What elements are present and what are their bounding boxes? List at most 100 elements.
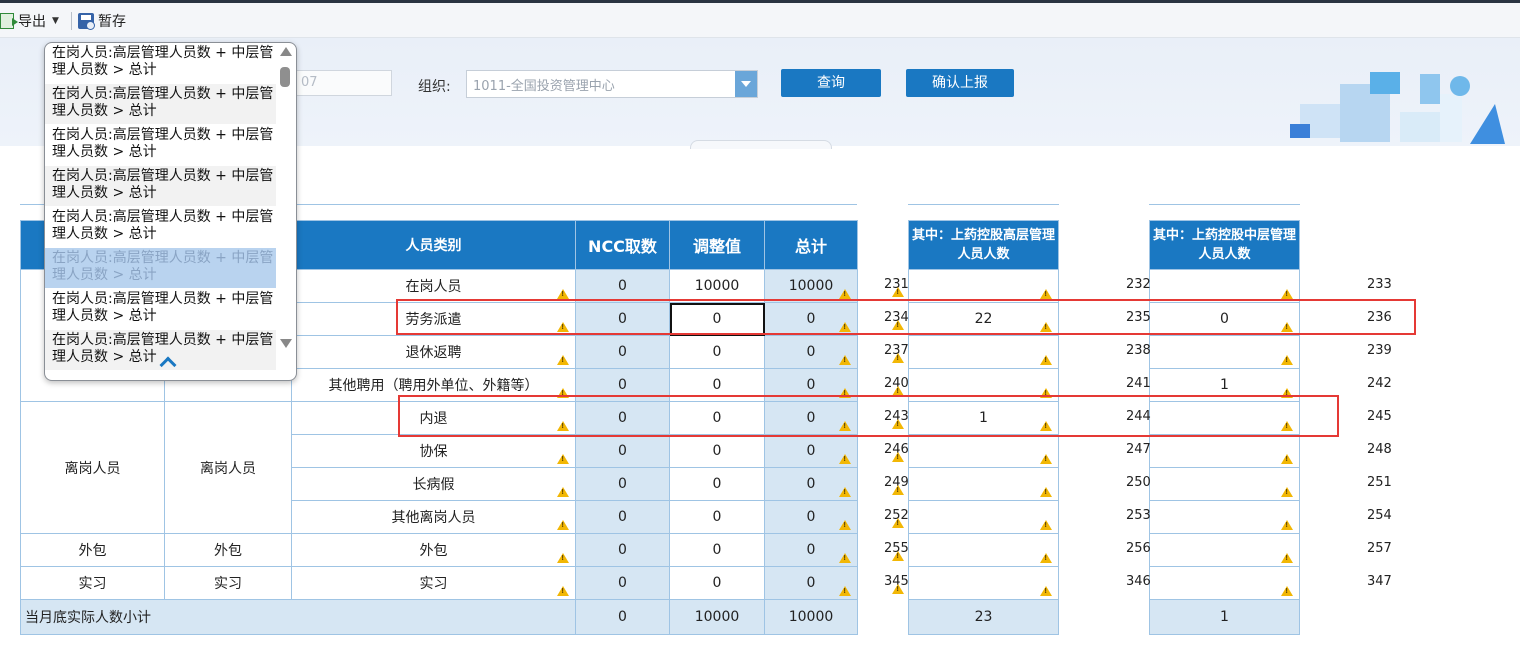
warning-icon[interactable] xyxy=(557,355,569,365)
row-label: 长病假 xyxy=(412,477,455,493)
warning-icon[interactable] xyxy=(1281,487,1293,497)
adjust-input[interactable]: 10000 xyxy=(669,269,765,303)
warning-icon[interactable] xyxy=(892,584,904,594)
subtotal-ncc: 0 xyxy=(575,599,670,635)
cell-id-label: 248 xyxy=(1367,442,1392,457)
ncc-cell: 0 xyxy=(575,434,670,468)
warning-icon[interactable] xyxy=(839,487,851,497)
total-value: 10000 xyxy=(788,278,834,294)
warning-icon[interactable] xyxy=(1040,487,1052,497)
senior-input[interactable] xyxy=(908,434,1059,468)
validation-message[interactable]: 在岗人员:高层管理人员数 + 中层管理人员数 > 总计 xyxy=(45,125,276,165)
warning-icon[interactable] xyxy=(839,553,851,563)
row-label: 其他聘用（聘用外单位、外籍等） xyxy=(328,378,539,394)
scroll-up-icon[interactable] xyxy=(280,47,292,56)
adjust-input[interactable]: 0 xyxy=(669,500,765,534)
warning-icon[interactable] xyxy=(1040,355,1052,365)
validation-message[interactable]: 在岗人员:高层管理人员数 + 中层管理人员数 > 总计 xyxy=(45,289,276,329)
save-draft-button[interactable]: 暂存 xyxy=(78,11,126,31)
highlight-box-dispatch xyxy=(396,299,1416,335)
warning-icon[interactable] xyxy=(1281,454,1293,464)
middle-input[interactable] xyxy=(1149,566,1300,600)
dropdown-arrow-icon[interactable] xyxy=(735,71,757,97)
total-value: 0 xyxy=(806,509,816,525)
cell-id-label: 245 xyxy=(1367,409,1392,424)
org-label: 组织: xyxy=(418,79,451,95)
validation-message[interactable]: 在岗人员:高层管理人员数 + 中层管理人员数 > 总计 xyxy=(45,43,276,83)
warning-icon[interactable] xyxy=(1281,289,1293,299)
warning-icon[interactable] xyxy=(1040,289,1052,299)
warning-icon[interactable] xyxy=(892,485,904,495)
adjust-input[interactable]: 0 xyxy=(669,566,765,600)
middle-input[interactable] xyxy=(1149,269,1300,303)
warning-icon[interactable] xyxy=(557,454,569,464)
warning-icon[interactable] xyxy=(557,520,569,530)
warning-icon[interactable] xyxy=(1281,586,1293,596)
table-top-line xyxy=(1149,204,1300,205)
middle-input[interactable] xyxy=(1149,533,1300,567)
popup-scrollbar[interactable] xyxy=(278,45,293,351)
cell-id-label: 256 xyxy=(1126,541,1151,556)
confirm-report-button[interactable]: 确认上报 xyxy=(906,69,1014,97)
warning-icon[interactable] xyxy=(839,454,851,464)
warning-icon[interactable] xyxy=(892,518,904,528)
validation-message[interactable]: 在岗人员:高层管理人员数 + 中层管理人员数 > 总计 xyxy=(45,248,276,288)
middle-input[interactable] xyxy=(1149,500,1300,534)
senior-input[interactable] xyxy=(908,533,1059,567)
middle-input[interactable] xyxy=(1149,434,1300,468)
date-field[interactable]: 07 xyxy=(294,70,392,96)
query-button[interactable]: 查询 xyxy=(781,69,881,97)
row-label: 在岗人员 xyxy=(405,279,462,295)
header-category: 人员类别 xyxy=(291,220,576,270)
warning-icon[interactable] xyxy=(839,520,851,530)
total-cell: 0 xyxy=(764,500,858,534)
ncc-cell: 0 xyxy=(575,467,670,501)
middle-input[interactable] xyxy=(1149,467,1300,501)
warning-icon[interactable] xyxy=(1040,586,1052,596)
middle-input[interactable] xyxy=(1149,335,1300,369)
warning-icon[interactable] xyxy=(1040,454,1052,464)
warning-icon[interactable] xyxy=(1281,355,1293,365)
senior-input[interactable] xyxy=(908,335,1059,369)
table-top-line xyxy=(908,204,1059,205)
collapse-filter-tab[interactable] xyxy=(690,140,832,149)
cell-id-label: 254 xyxy=(1367,508,1392,523)
subtotal-total: 10000 xyxy=(764,599,858,635)
warning-icon[interactable] xyxy=(1040,520,1052,530)
warning-icon[interactable] xyxy=(1040,553,1052,563)
adjust-input[interactable]: 0 xyxy=(669,434,765,468)
adjust-input[interactable]: 0 xyxy=(669,467,765,501)
subtotal-label: 当月底实际人数小计 xyxy=(20,599,576,635)
export-button[interactable]: 导出 ▼ xyxy=(0,11,59,31)
senior-input[interactable] xyxy=(908,269,1059,303)
warning-icon[interactable] xyxy=(557,487,569,497)
validation-message[interactable]: 在岗人员:高层管理人员数 + 中层管理人员数 > 总计 xyxy=(45,166,276,206)
warning-icon[interactable] xyxy=(892,551,904,561)
warning-icon[interactable] xyxy=(839,289,851,299)
toolbar: 导出 ▼ 暂存 xyxy=(0,3,1520,38)
warning-icon[interactable] xyxy=(1281,553,1293,563)
warning-icon[interactable] xyxy=(892,353,904,363)
warning-icon[interactable] xyxy=(839,355,851,365)
scroll-down-icon[interactable] xyxy=(280,339,292,348)
senior-input[interactable] xyxy=(908,500,1059,534)
total-cell: 10000 xyxy=(764,269,858,303)
senior-input[interactable] xyxy=(908,467,1059,501)
warning-icon[interactable] xyxy=(1281,520,1293,530)
warning-icon[interactable] xyxy=(892,287,904,297)
highlight-box-early-retire xyxy=(398,395,1339,437)
ncc-cell: 0 xyxy=(575,533,670,567)
warning-icon[interactable] xyxy=(557,553,569,563)
senior-input[interactable] xyxy=(908,566,1059,600)
warning-icon[interactable] xyxy=(557,586,569,596)
warning-icon[interactable] xyxy=(557,289,569,299)
validation-message[interactable]: 在岗人员:高层管理人员数 + 中层管理人员数 > 总计 xyxy=(45,207,276,247)
adjust-input[interactable]: 0 xyxy=(669,335,765,369)
validation-message[interactable]: 在岗人员:高层管理人员数 + 中层管理人员数 > 总计 xyxy=(45,84,276,124)
scroll-thumb[interactable] xyxy=(280,67,290,87)
org-select[interactable]: 1011-全国投资管理中心 xyxy=(466,70,758,98)
adjust-input[interactable]: 0 xyxy=(669,533,765,567)
subgroup-offpost: 离岗人员 xyxy=(164,401,292,534)
warning-icon[interactable] xyxy=(839,586,851,596)
warning-icon[interactable] xyxy=(892,452,904,462)
